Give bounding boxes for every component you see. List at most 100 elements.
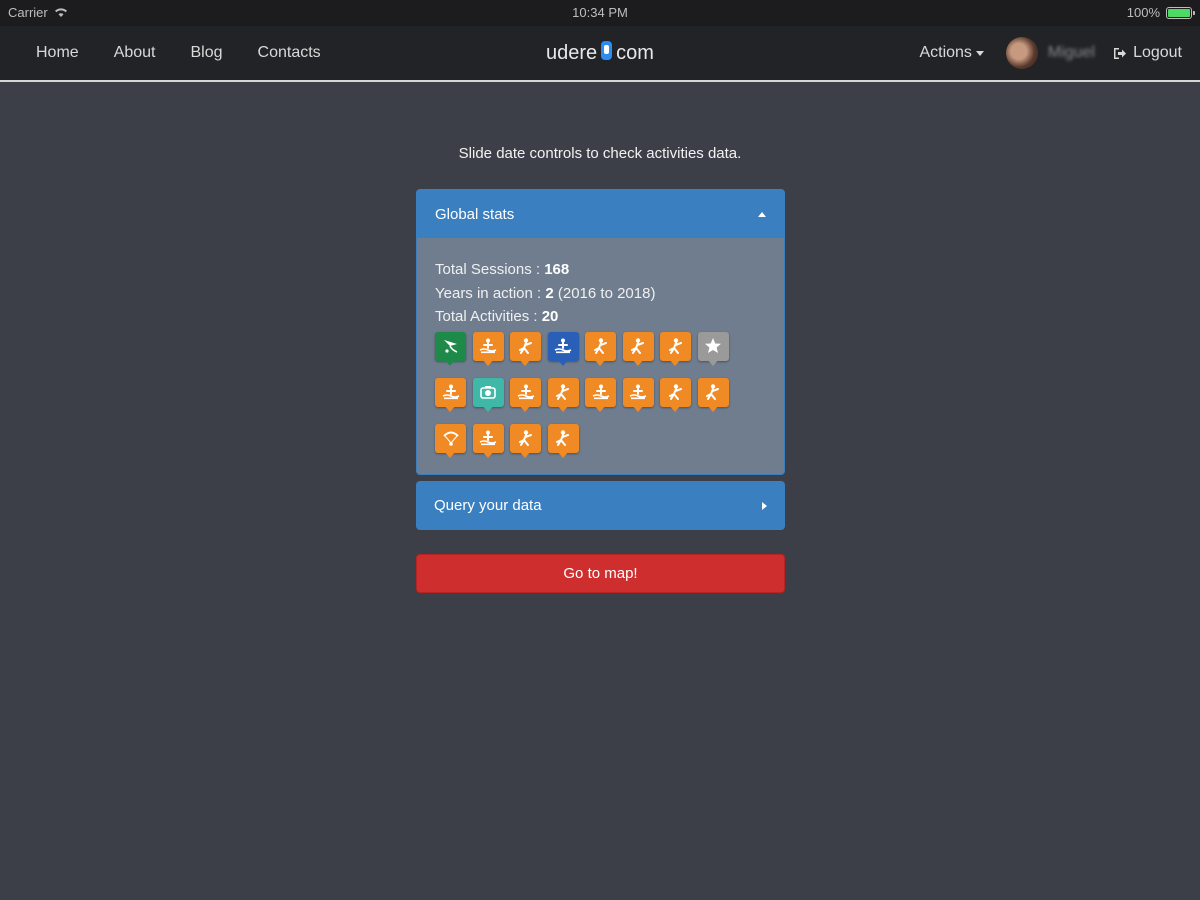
climbing-icon [518,338,532,354]
rowing-activity-marker[interactable] [472,331,504,368]
activity-marker-body [472,423,504,453]
snorkel-activity-marker[interactable] [472,423,504,460]
nav-link-blog[interactable]: Blog [191,44,223,62]
nav-link-contacts[interactable]: Contacts [258,44,321,62]
activity-marker-body [435,423,466,453]
go-to-map-button[interactable]: Go to map! [416,554,785,593]
nav-link-home[interactable]: Home [36,44,79,62]
brand-text-right: com [616,41,654,64]
activities-value: 20 [541,308,559,325]
star-activity-marker[interactable] [697,331,729,368]
activity-marker-tip [519,450,531,458]
query-panel: Query your data [416,481,785,530]
sessions-value: 168 [544,261,570,278]
camera-icon [480,386,496,399]
kayak-icon [517,384,534,400]
activity-marker-body [697,331,729,361]
star-icon [705,338,721,353]
activity-marker-body [585,377,616,407]
activity-marker-body [435,377,466,407]
skiing-activity-marker[interactable] [585,331,616,368]
skiing-icon [593,338,607,354]
stat-sessions: Total Sessions : 168 [435,258,766,282]
activity-marker-tip [444,358,456,366]
activity-marker-body [547,423,579,453]
climbing-activity-marker[interactable] [510,331,541,368]
activity-marker-tip [669,358,681,366]
years-label: Years in action : [435,284,546,302]
paddleboard-activity-marker[interactable] [435,377,466,414]
rowing-icon [479,338,497,354]
paddleboard-icon [442,384,459,400]
battery-icon [1166,6,1195,19]
activity-marker-tip [631,358,644,366]
activity-marker-body [510,377,541,407]
global-stats-body: Total Sessions : 168 Years in action : 2… [417,238,784,460]
nav-link-about[interactable]: About [114,44,156,62]
running-activity-marker[interactable] [660,377,691,414]
fishing-activity-marker[interactable] [547,331,579,368]
activity-marker-body [435,331,466,361]
paragliding-icon [442,431,459,446]
avatar[interactable] [1005,37,1038,69]
meditation-activity-marker[interactable] [547,377,579,414]
jumping-icon [706,384,719,400]
collapse-icon [758,211,766,217]
nav-links: Home About Blog Contacts [36,26,356,80]
stretching-activity-marker[interactable] [547,423,579,460]
paragliding-activity-marker[interactable] [435,423,466,460]
activity-marker-body [660,377,691,407]
top-navbar: Home About Blog Contacts udere com Actio… [0,26,1200,82]
diving-icon [629,384,647,400]
activity-marker-tip [706,358,719,366]
activity-marker-body [585,331,616,361]
kayak-activity-marker[interactable] [510,377,541,414]
activity-marker-body [510,423,541,453]
years-range: (2016 to 2018) [553,284,656,302]
yoga-activity-marker[interactable] [660,331,691,368]
activity-marker-body [622,377,654,407]
fishing-icon [554,338,572,354]
status-bar: Carrier 10:34 PM 100% [0,0,1200,26]
jumping-activity-marker[interactable] [697,377,729,414]
activity-marker-tip [631,404,644,412]
caret-down-icon [975,50,984,56]
diving-activity-marker[interactable] [622,377,654,414]
brand-mark-icon [601,40,613,60]
stat-activities: Total Activities : 20 [435,305,766,329]
activity-marker-tip [519,404,531,412]
activity-marker-tip [481,404,494,412]
username[interactable]: Miguel [1048,44,1095,62]
hiking-icon [631,338,644,354]
stat-years: Years in action : 2 (2016 to 2018) [435,282,766,306]
activity-marker-body [660,331,691,361]
activity-marker-tip [669,404,681,412]
activities-label: Total Activities : [435,308,542,325]
sailing-icon [592,384,609,400]
instruction-text: Slide date controls to check activities … [458,145,742,162]
activity-marker-body [547,377,579,407]
activity-marker-body [472,377,504,407]
expand-icon [762,501,767,510]
snorkel-icon [479,430,497,446]
kite-activity-marker[interactable] [435,331,466,368]
activity-marker-tip [519,358,531,366]
activity-marker-tip [594,404,606,412]
activity-marker-tip [481,450,494,458]
sailing-activity-marker[interactable] [585,377,616,414]
activity-marker-tip [556,358,569,366]
snowboard-icon [518,430,532,446]
activity-marker-body [547,331,579,361]
activity-marker-body [697,377,729,407]
hiking-activity-marker[interactable] [622,331,654,368]
global-stats-title: Global stats [435,205,515,223]
activity-icon-grid [435,331,766,460]
snowboard-activity-marker[interactable] [510,423,541,460]
logout-link[interactable]: Logout [1113,44,1182,62]
years-value: 2 [545,284,554,302]
actions-dropdown[interactable]: Actions [919,44,984,62]
query-panel-header[interactable]: Query your data [416,481,785,530]
global-stats-header[interactable]: Global stats [417,190,784,238]
query-panel-title: Query your data [434,497,542,514]
camera-activity-marker[interactable] [472,377,504,414]
